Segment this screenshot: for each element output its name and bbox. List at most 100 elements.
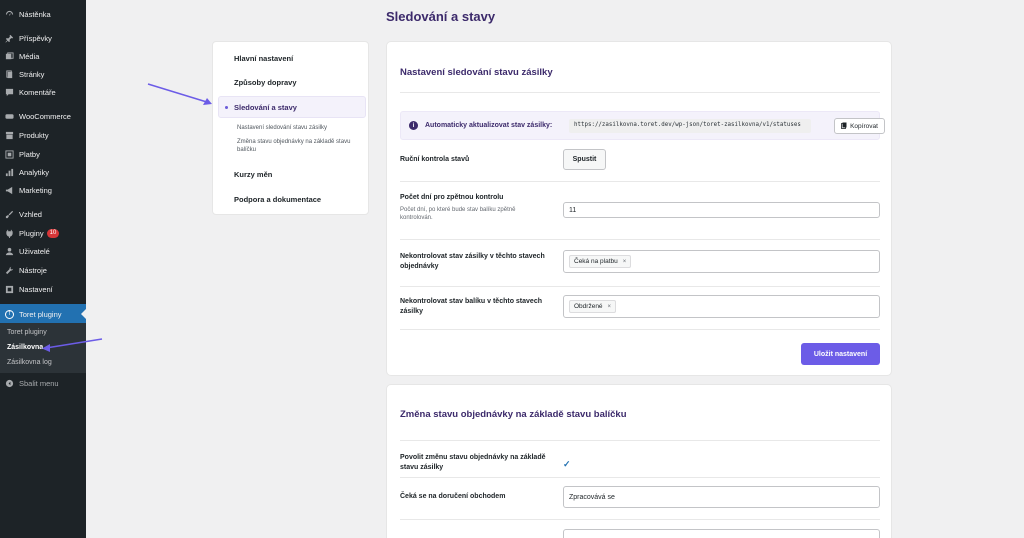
collapse-icon [5,379,14,388]
divider [400,519,880,520]
copy-url-button[interactable]: Kopírovat [834,118,885,134]
megaphone-icon [5,186,14,195]
bar-chart-icon [5,168,14,177]
admin-sidebar: Nástěnka Příspěvky Média Stránky Komentá… [0,0,86,538]
sidebar-item-label: Pluginy [19,228,44,238]
active-dot [225,106,228,109]
annotation-arrow-nav [147,83,212,105]
waiting-delivery-label: Čeká se na doručení obchodem [400,493,506,500]
sidebar-item-marketing[interactable]: Marketing [0,182,86,198]
sidebar-item-posts[interactable]: Příspěvky [0,30,86,46]
auto-update-info-bar: i Automaticky aktualizovat stav zásilky:… [400,111,885,140]
dashboard-icon [5,10,14,19]
auto-update-label: Automaticky aktualizovat stav zásilky: [425,122,553,129]
divider [400,181,880,182]
sidebar-item-label: Média [19,51,40,61]
sidebar-item-label: Analytiky [19,167,50,177]
pin-icon [5,34,14,43]
sidebar-item-label: Nástěnka [19,9,51,19]
collapse-menu-button[interactable]: Sbalit menu [0,375,86,391]
update-count-badge: 10 [46,228,60,238]
divider [400,286,880,287]
selected-tag: Čeká na platbu × [569,255,632,268]
nav-subitem-tracking-settings[interactable]: Nastavení sledování stavu zásilky [237,124,365,132]
sidebar-item-media[interactable]: Média [0,48,86,64]
sidebar-item-label: Uživatelé [19,246,50,256]
allow-status-change-checkbox[interactable]: ✓ [563,460,572,469]
tag-label: Čeká na platbu [574,258,618,265]
sidebar-item-products[interactable]: Produkty [0,127,86,143]
user-icon [5,247,14,256]
waiting-delivery-select[interactable]: Zpracovává se [563,486,880,508]
media-icon [5,51,14,61]
sidebar-item-label: Komentáře [19,87,56,97]
sidebar-item-label: Toret pluginy [19,309,62,319]
remove-tag-icon[interactable]: × [608,304,612,310]
sidebar-item-tools[interactable]: Nástroje [0,262,86,278]
exclude-order-status-select[interactable]: Čeká na platbu × [563,250,880,273]
sidebar-item-label: Nastavení [19,284,53,294]
plugin-icon [5,229,14,238]
sidebar-item-users[interactable]: Uživatelé [0,243,86,259]
days-back-help: Počet dní, po které bude stav balíku zpě… [400,207,516,221]
nav-item-support-docs[interactable]: Podpora a dokumentace [234,195,321,204]
save-settings-button[interactable]: Uložit nastavení [801,343,880,365]
exclude-package-status-label: Nekontrolovat stav balíku v těchto stave… [400,298,542,315]
nav-item-main-settings[interactable]: Hlavní nastavení [234,54,293,63]
copy-button-label: Kopírovat [850,122,878,130]
order-status-panel: Změna stavu objednávky na základě stavu … [386,384,892,538]
allow-status-change-label: Povolit změnu stavu objednávky na základ… [400,454,546,471]
toret-icon: T [5,309,14,319]
nav-item-label: Sledování a stavy [234,103,297,112]
exclude-package-status-select[interactable]: Obdržené × [563,295,880,318]
tag-label: Obdržené [574,303,603,310]
sidebar-item-plugins[interactable]: Pluginy 10 [0,225,86,241]
divider [400,329,880,330]
manual-check-label: Ruční kontrola stavů [400,156,470,163]
annotation-arrow-submenu [42,338,103,352]
sidebar-item-label: WooCommerce [19,111,71,121]
sidebar-item-toret-plugins[interactable]: T Toret pluginy [0,304,86,324]
divider [400,92,880,93]
sidebar-item-dashboard[interactable]: Nástěnka [0,6,86,22]
order-status-title: Změna stavu objednávky na základě stavu … [400,409,627,420]
page-title: Sledování a stavy [386,9,496,24]
sidebar-item-label: Platby [19,149,40,159]
tracking-settings-title: Nastavení sledování stavu zásilky [400,67,553,78]
sidebar-item-label: Marketing [19,185,52,195]
nav-item-currency-rates[interactable]: Kurzy měn [234,170,272,179]
run-check-button[interactable]: Spustit [563,149,606,170]
sidebar-item-label: Nástroje [19,265,47,275]
sidebar-item-label: Stránky [19,69,45,79]
sidebar-item-pages[interactable]: Stránky [0,66,86,82]
next-status-select[interactable] [563,529,880,538]
exclude-order-status-label: Nekontrolovat stav zásilky v těchto stav… [400,253,545,270]
settings-nav: Hlavní nastavení Způsoby dopravy Sledová… [212,41,369,215]
sidebar-item-settings[interactable]: Nastavení [0,281,86,297]
collapse-menu-label: Sbalit menu [19,378,59,388]
page-icon [5,69,14,79]
nav-subitem-order-status-change[interactable]: Změna stavu objednávky na základě stavu … [237,138,365,154]
copy-icon [841,122,847,131]
settings-icon [5,285,14,294]
remove-tag-icon[interactable]: × [623,259,627,265]
payment-icon [5,149,14,159]
nav-item-shipping-methods[interactable]: Způsoby dopravy [234,78,297,87]
sidebar-item-payments[interactable]: Platby [0,146,86,162]
sidebar-item-label: Produkty [19,130,49,140]
sidebar-item-analytics[interactable]: Analytiky [0,164,86,180]
nav-item-tracking-statuses[interactable]: Sledování a stavy [218,96,366,118]
selected-tag: Obdržené × [569,300,617,313]
divider [400,239,880,240]
sidebar-item-woocommerce[interactable]: WooCommerce [0,108,86,124]
comment-icon [5,88,14,97]
sidebar-item-appearance[interactable]: Vzhled [0,206,86,222]
brush-icon [5,210,14,219]
webhook-url[interactable]: https://zasilkovna.toret.dev/wp-json/tor… [569,119,811,133]
woo-icon [5,112,14,121]
info-icon: i [409,121,418,130]
sidebar-item-comments[interactable]: Komentáře [0,84,86,100]
archive-icon [5,131,14,140]
days-back-input[interactable]: 11 [563,202,880,218]
submenu-item-zasilkovna-log[interactable]: Zásilkovna log [7,359,52,366]
